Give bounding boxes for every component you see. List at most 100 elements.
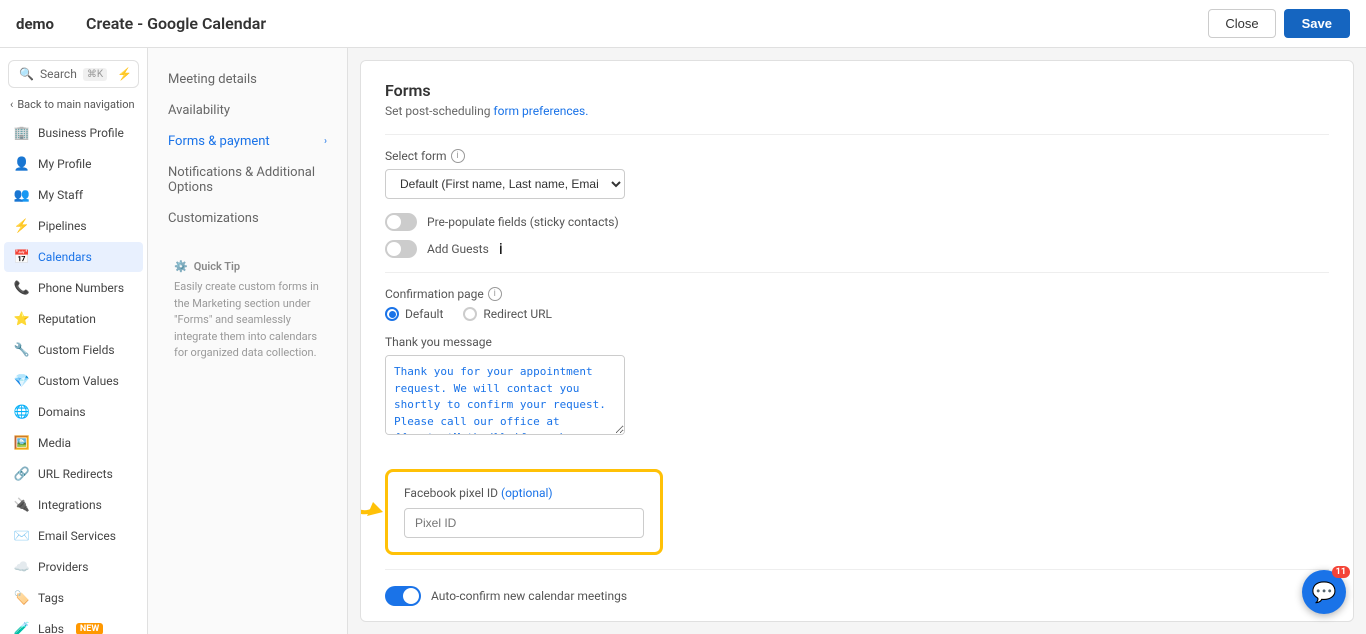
sidebar-item-tags[interactable]: 🏷️ Tags [4, 583, 143, 613]
sidebar-icon: 🔧 [14, 342, 30, 358]
sidebar-item-label: Custom Fields [38, 343, 115, 357]
sidebar-item-label: Providers [38, 560, 88, 574]
sidebar-item-my-profile[interactable]: 👤 My Profile [4, 149, 143, 179]
confirmation-radio-group: Default Redirect URL [385, 307, 1329, 321]
sidebar-icon: ☁️ [14, 559, 30, 575]
sidebar-item-label: Phone Numbers [38, 281, 124, 295]
sidebar-item-label: Integrations [38, 498, 102, 512]
sidebar-item-integrations[interactable]: 🔌 Integrations [4, 490, 143, 520]
confirmation-page-group: Confirmation page i Default Redirect URL [385, 287, 1329, 321]
left-nav-availability[interactable]: Availability [148, 95, 347, 126]
thank-you-label: Thank you message [385, 335, 1329, 349]
prepopulate-toggle[interactable] [385, 213, 417, 231]
confirmation-info-icon[interactable]: i [488, 287, 502, 301]
select-form-dropdown[interactable]: Default (First name, Last name, Email, P… [385, 169, 625, 199]
quick-tip-text: Easily create custom forms in the Market… [174, 279, 321, 362]
radio-redirect-label: Redirect URL [483, 307, 552, 321]
forms-subtitle: Set post-scheduling form preferences. [385, 104, 1329, 118]
sidebar-item-label: Labs [38, 622, 64, 634]
auto-confirm-toggle[interactable] [385, 586, 421, 606]
add-guests-toggle-row: Add Guests i [385, 239, 1329, 258]
prepopulate-label: Pre-populate fields (sticky contacts) [427, 215, 619, 229]
page-title: Create - Google Calendar [86, 14, 266, 33]
sidebar-icon: ⭐ [14, 311, 30, 327]
sidebar-item-calendars[interactable]: 📅 Calendars [4, 242, 143, 272]
quick-tip-header: ⚙️ Quick Tip [174, 260, 321, 273]
left-nav-forms--payment[interactable]: Forms & payment› [148, 126, 347, 157]
left-nav-meeting-details[interactable]: Meeting details [148, 64, 347, 95]
sidebar-item-my-staff[interactable]: 👥 My Staff [4, 180, 143, 210]
logo: demo [16, 15, 54, 33]
facebook-pixel-input[interactable] [404, 508, 644, 538]
sidebar-icon: 👥 [14, 187, 30, 203]
chevron-right-icon: › [324, 136, 327, 147]
thank-you-textarea[interactable]: Thank you for your appointment request. … [385, 355, 625, 435]
sidebar-icon: 🖼️ [14, 435, 30, 451]
form-area: Forms Set post-scheduling form preferenc… [360, 60, 1354, 622]
topbar-left: demo Create - Google Calendar [16, 14, 266, 33]
add-guests-info-icon[interactable]: i [499, 239, 503, 258]
sidebar-icon: 📞 [14, 280, 30, 296]
lightning-icon: ⚡ [117, 67, 132, 81]
sidebar-item-label: Tags [38, 591, 64, 605]
sidebar-item-business-profile[interactable]: 🏢 Business Profile [4, 118, 143, 148]
left-nav-customizations[interactable]: Customizations [148, 203, 347, 234]
arrow-svg [360, 472, 385, 532]
form-link[interactable]: form preferences. [493, 104, 588, 118]
main-layout: 🔍 Search ⌘K ⚡ ‹ Back to main navigation … [0, 48, 1366, 634]
sidebar-item-phone-numbers[interactable]: 📞 Phone Numbers [4, 273, 143, 303]
sidebar-item-label: Business Profile [38, 126, 124, 140]
facebook-pixel-optional: (optional) [501, 486, 553, 500]
add-guests-toggle[interactable] [385, 240, 417, 258]
confirmation-page-label: Confirmation page i [385, 287, 1329, 301]
topbar: demo Create - Google Calendar Close Save [0, 0, 1366, 48]
divider-1 [385, 134, 1329, 135]
left-nav-notifications--additional-options[interactable]: Notifications & Additional Options [148, 157, 347, 203]
sidebar-item-reputation[interactable]: ⭐ Reputation [4, 304, 143, 334]
add-guests-label: Add Guests [427, 242, 489, 256]
sidebar-icon: 🌐 [14, 404, 30, 420]
select-form-group: Select form i Default (First name, Last … [385, 149, 1329, 199]
sidebar-item-label: Domains [38, 405, 86, 419]
new-badge: NEW [76, 623, 103, 634]
close-button[interactable]: Close [1208, 9, 1275, 38]
sidebar-items: 🏢 Business Profile 👤 My Profile 👥 My Sta… [0, 118, 147, 634]
back-navigation[interactable]: ‹ Back to main navigation [0, 92, 147, 117]
back-arrow-icon: ‹ [10, 98, 13, 111]
facebook-pixel-label: Facebook pixel ID (optional) [404, 486, 644, 500]
sidebar-icon: ✉️ [14, 528, 30, 544]
divider-2 [385, 272, 1329, 273]
left-nav: Meeting detailsAvailabilityForms & payme… [148, 48, 348, 634]
sidebar-item-media[interactable]: 🖼️ Media [4, 428, 143, 458]
sidebar-item-custom-fields[interactable]: 🔧 Custom Fields [4, 335, 143, 365]
gear-icon: ⚙️ [174, 260, 188, 273]
save-button[interactable]: Save [1284, 9, 1350, 38]
chat-fab[interactable]: 💬 11 [1302, 570, 1346, 614]
topbar-right: Close Save [1208, 9, 1350, 38]
sidebar-item-labs[interactable]: 🧪 Labs NEW [4, 614, 143, 634]
sidebar-item-url-redirects[interactable]: 🔗 URL Redirects [4, 459, 143, 489]
sidebar-item-label: Reputation [38, 312, 96, 326]
sidebar-item-custom-values[interactable]: 💎 Custom Values [4, 366, 143, 396]
sidebar-icon: 🔌 [14, 497, 30, 513]
pixel-section-wrapper: Facebook pixel ID (optional) [385, 453, 663, 555]
content-area: Meeting detailsAvailabilityForms & payme… [148, 48, 1366, 634]
search-bar[interactable]: 🔍 Search ⌘K ⚡ [8, 60, 139, 88]
prepopulate-toggle-row: Pre-populate fields (sticky contacts) [385, 213, 1329, 231]
radio-default-label: Default [405, 307, 443, 321]
sidebar-item-email-services[interactable]: ✉️ Email Services [4, 521, 143, 551]
sidebar-item-label: Calendars [38, 250, 92, 264]
quick-tip-title: Quick Tip [194, 260, 240, 273]
search-label: Search [40, 67, 77, 81]
sidebar-item-pipelines[interactable]: ⚡ Pipelines [4, 211, 143, 241]
sidebar-icon: 📅 [14, 249, 30, 265]
facebook-pixel-section: Facebook pixel ID (optional) [385, 469, 663, 555]
sidebar-item-domains[interactable]: 🌐 Domains [4, 397, 143, 427]
sidebar: 🔍 Search ⌘K ⚡ ‹ Back to main navigation … [0, 48, 148, 634]
radio-redirect[interactable]: Redirect URL [463, 307, 552, 321]
select-form-info-icon[interactable]: i [451, 149, 465, 163]
sidebar-icon: 🏢 [14, 125, 30, 141]
sidebar-icon: 🏷️ [14, 590, 30, 606]
sidebar-item-providers[interactable]: ☁️ Providers [4, 552, 143, 582]
radio-default[interactable]: Default [385, 307, 443, 321]
